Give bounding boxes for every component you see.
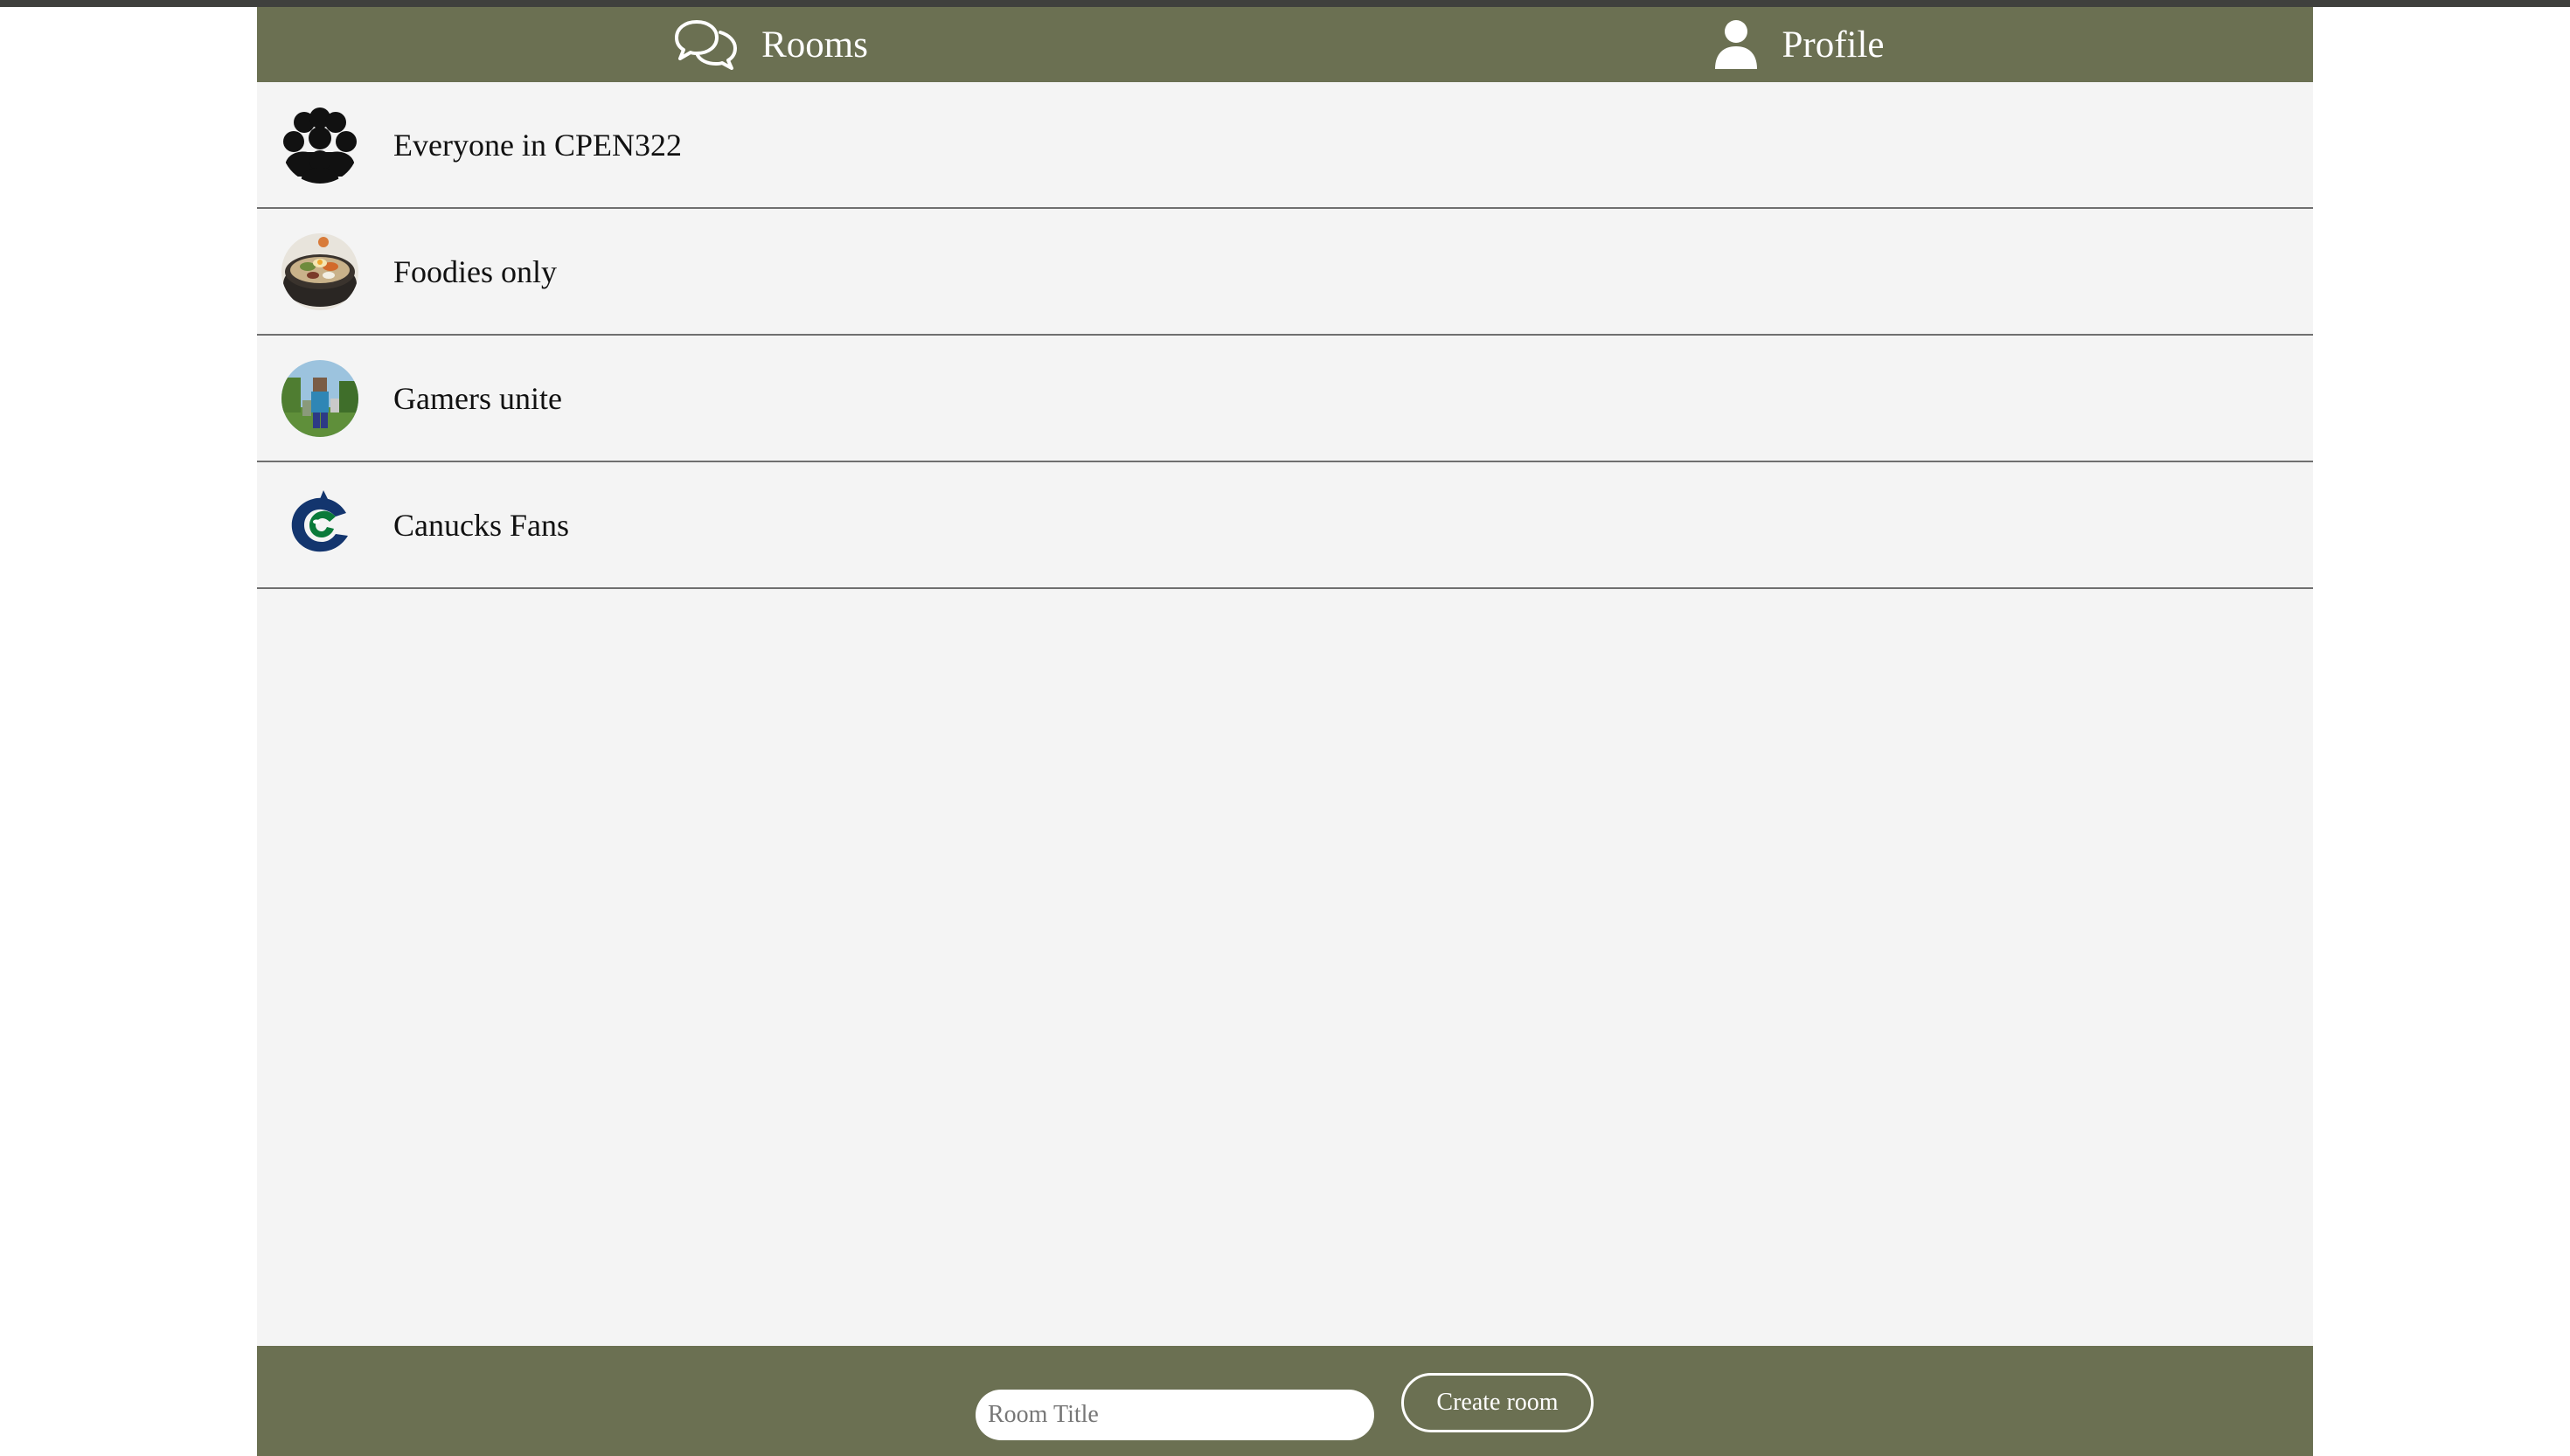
room-title-input[interactable] <box>976 1390 1374 1440</box>
room-name: Canucks Fans <box>393 507 569 543</box>
room-name: Foodies only <box>393 253 558 289</box>
canucks-orca-logo <box>281 486 358 564</box>
room-list-item[interactable]: Gamers unite <box>257 336 2313 462</box>
chat-bubbles-icon <box>674 18 739 71</box>
menu-profile-label: Profile <box>1782 24 1885 66</box>
app-container: Rooms Profile Everyone in CPEN322 Foodie… <box>257 7 2313 1456</box>
menu-rooms-label: Rooms <box>761 24 868 66</box>
room-list-item[interactable]: Foodies only <box>257 209 2313 336</box>
group-of-people-icon <box>281 107 358 184</box>
bibimbap-bowl-photo <box>281 232 358 310</box>
minecraft-scene-photo <box>281 359 358 437</box>
room-name: Gamers unite <box>393 380 562 416</box>
room-name: Everyone in CPEN322 <box>393 127 682 163</box>
person-icon <box>1713 18 1759 71</box>
create-room-footer: Create room <box>257 1346 2313 1456</box>
top-menu: Rooms Profile <box>257 7 2313 82</box>
create-room-button[interactable]: Create room <box>1401 1373 1594 1432</box>
room-list-item[interactable]: Everyone in CPEN322 <box>257 82 2313 209</box>
window-top-strip <box>0 0 2570 7</box>
room-list: Everyone in CPEN322 Foodies only Gamers … <box>257 82 2313 589</box>
menu-item-rooms[interactable]: Rooms <box>257 7 1285 82</box>
menu-item-profile[interactable]: Profile <box>1285 7 2313 82</box>
room-list-item[interactable]: Canucks Fans <box>257 462 2313 589</box>
